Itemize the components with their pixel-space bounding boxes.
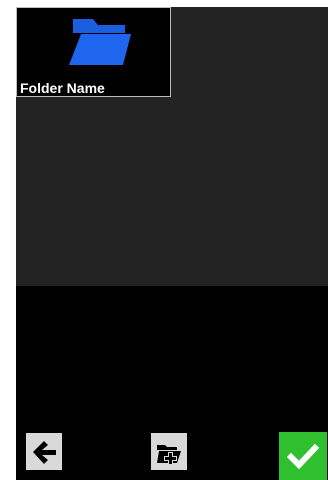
back-button[interactable] <box>26 433 62 470</box>
arrow-left-icon <box>33 440 56 464</box>
folder-browser-area: Folder Name <box>16 7 328 286</box>
confirm-button[interactable] <box>279 432 327 480</box>
folder-name-label: Folder Name <box>20 80 105 96</box>
checkmark-icon <box>286 443 320 470</box>
folder-plus-icon <box>157 444 181 465</box>
folder-picker-screen: Folder Name <box>16 7 328 480</box>
folder-tile[interactable]: Folder Name <box>16 7 171 97</box>
new-folder-button[interactable] <box>151 433 187 470</box>
folder-icon <box>69 19 131 65</box>
